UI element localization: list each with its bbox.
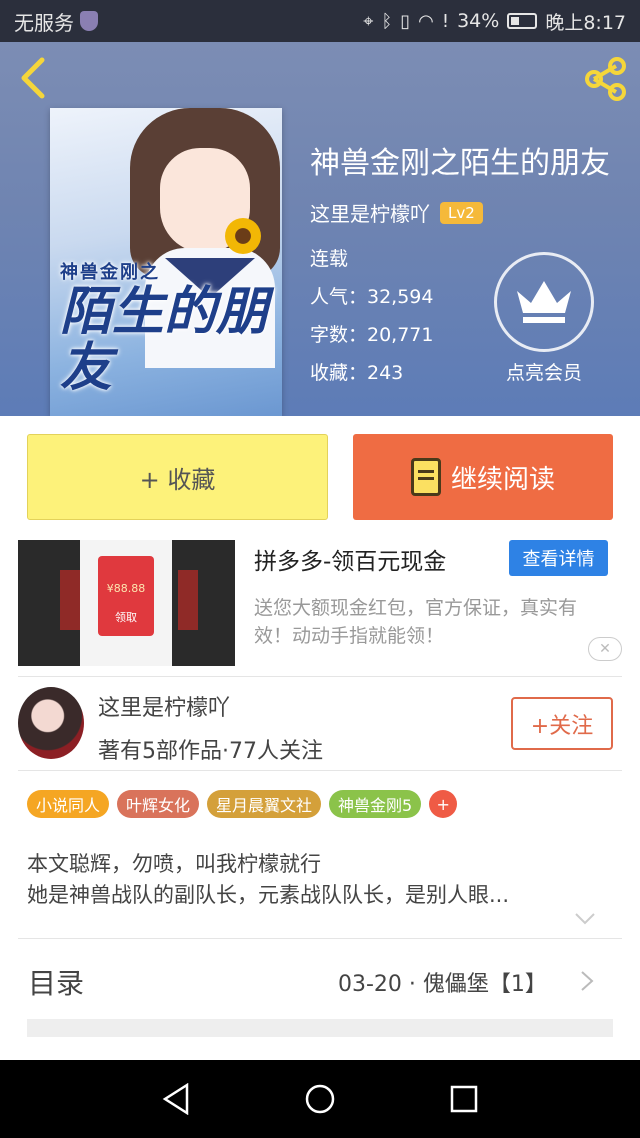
- book-icon: [410, 458, 441, 496]
- view-details-button[interactable]: 查看详情: [509, 540, 608, 576]
- tag-item[interactable]: 叶辉女化: [117, 790, 200, 818]
- author-card-meta: 著有5部作品·77人关注: [98, 739, 323, 764]
- close-ad-icon[interactable]: ✕: [588, 637, 622, 661]
- author-card-name[interactable]: 这里是柠檬吖: [98, 690, 230, 722]
- level-badge: Lv2: [440, 201, 483, 224]
- ad-side-left: [60, 570, 80, 630]
- chevron-down-icon[interactable]: [574, 912, 596, 926]
- back-icon[interactable]: [159, 1082, 193, 1116]
- favorites-stat: 收藏：243: [310, 362, 404, 384]
- author-row: 这里是柠檬吖 Lv2: [310, 198, 483, 227]
- alert-icon: !: [441, 10, 450, 32]
- word-count-stat: 字数：20,771: [310, 324, 434, 346]
- wifi-icon: ◠: [418, 10, 434, 32]
- avatar[interactable]: [18, 687, 84, 759]
- popularity-stat: 人气：32,594: [310, 286, 434, 308]
- tag-item[interactable]: 神兽金刚5: [329, 790, 422, 818]
- vip-label: 点亮会员: [505, 362, 582, 384]
- tag-list: 小说同人 叶辉女化 星月晨翼文社 神兽金刚5 +: [27, 790, 458, 818]
- toc-label[interactable]: 目录: [28, 962, 84, 1002]
- author-name[interactable]: 这里是柠檬吖: [310, 198, 430, 227]
- shield-icon: [80, 11, 98, 31]
- clock: 晚上8:17: [545, 11, 626, 34]
- book-title: 神兽金刚之陌生的朋友: [310, 146, 610, 181]
- back-arrow-icon[interactable]: [16, 56, 52, 100]
- recents-icon[interactable]: [447, 1082, 481, 1116]
- vibrate-icon: ▯: [400, 10, 411, 32]
- ad-image[interactable]: ¥88.88 领取: [18, 540, 235, 666]
- battery-icon: [507, 13, 538, 29]
- red-packet: ¥88.88 领取: [98, 556, 154, 636]
- placeholder-bar: [27, 1019, 613, 1037]
- vip-button[interactable]: 点亮会员: [492, 252, 596, 385]
- continue-reading-label: 继续阅读: [450, 464, 555, 495]
- battery-percent: 34%: [457, 10, 500, 32]
- location-icon: ⌖: [363, 10, 374, 32]
- ad-description: 送您大额现金红包，官方保证，真实有效！动动手指就能领！: [254, 597, 578, 647]
- home-icon[interactable]: [303, 1082, 337, 1116]
- carrier-label: 无服务: [14, 10, 74, 35]
- follow-button[interactable]: +关注: [511, 697, 613, 750]
- crown-icon: [494, 252, 594, 352]
- book-header: 神兽金刚之 陌生的朋友 神兽金刚之陌生的朋友 这里是柠檬吖 Lv2 连载 人气：…: [0, 42, 640, 416]
- collect-button[interactable]: + 收藏: [27, 434, 328, 520]
- red-packet-amount: ¥88.88: [106, 582, 146, 595]
- bluetooth-icon: ᛒ: [381, 10, 393, 32]
- ad-title[interactable]: 拼多多-领百元现金: [254, 542, 446, 576]
- red-packet-claim: 领取: [115, 611, 137, 624]
- sunflower-icon: [225, 218, 261, 254]
- tag-item[interactable]: 小说同人: [27, 790, 110, 818]
- description-line-2: 她是神兽战队的副队长，元素战队队长，是别人眼...: [27, 883, 510, 907]
- continue-reading-button[interactable]: 继续阅读: [353, 434, 613, 520]
- divider: [18, 676, 622, 677]
- navigation-bar: [0, 1060, 640, 1138]
- divider: [18, 938, 622, 939]
- share-icon[interactable]: [582, 56, 628, 102]
- description-line-1: 本文聪辉，勿喷，叫我柠檬就行: [27, 852, 321, 876]
- status-bar: 无服务 ⌖ ᛒ ▯ ◠ ! 34% 晚上8:17: [0, 0, 640, 42]
- cover-title: 神兽金刚之 陌生的朋友: [60, 258, 280, 396]
- book-cover[interactable]: 神兽金刚之 陌生的朋友: [50, 108, 282, 416]
- cover-big-text: 陌生的朋友: [60, 281, 269, 398]
- chevron-right-icon[interactable]: [580, 970, 594, 992]
- ad-side-right: [178, 570, 198, 630]
- tag-item[interactable]: 星月晨翼文社: [207, 790, 322, 818]
- divider: [18, 770, 622, 771]
- serial-status: 连载: [310, 248, 349, 270]
- latest-chapter[interactable]: 03-20 · 傀儡堡【1】: [338, 966, 547, 998]
- add-tag-button[interactable]: +: [429, 790, 458, 818]
